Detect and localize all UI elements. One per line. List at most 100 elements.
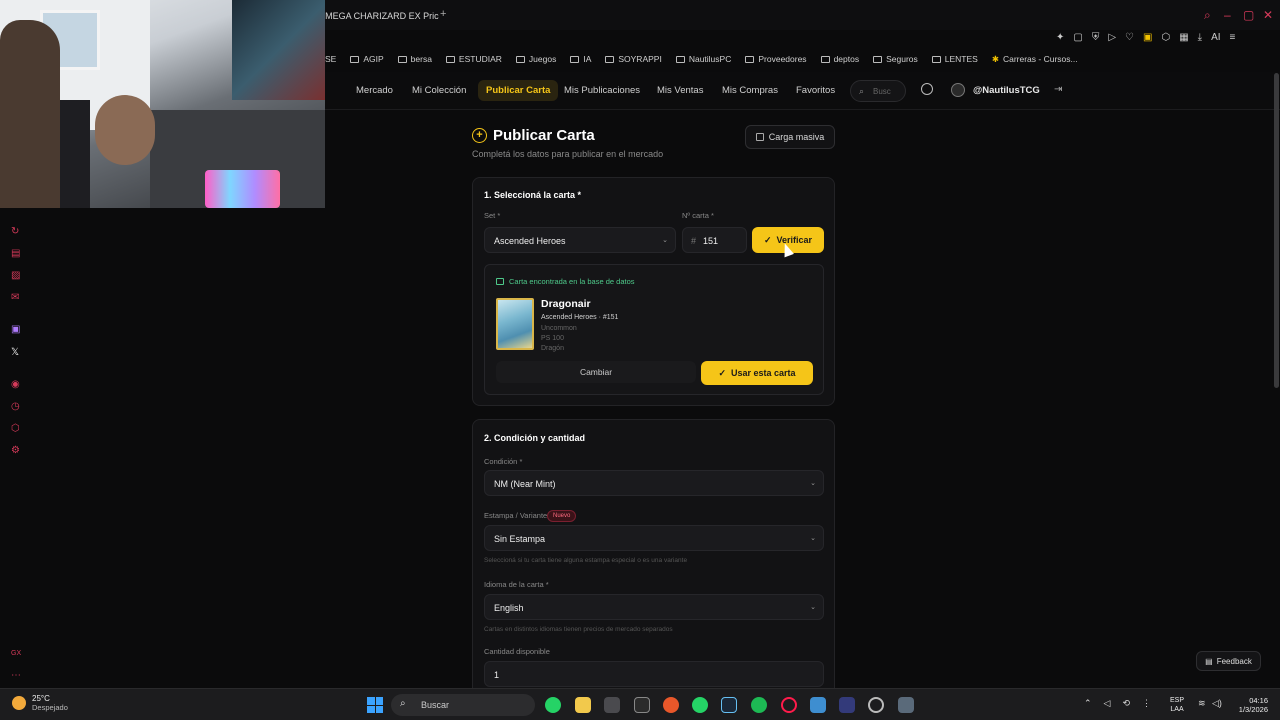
shield-icon[interactable]: ⛨ xyxy=(1092,32,1100,43)
lang-layout: LAA xyxy=(1170,706,1184,713)
bookmark-item[interactable]: LENTES xyxy=(931,54,978,64)
nav-mis-compras[interactable]: Mis Compras xyxy=(722,85,778,96)
browser-icon[interactable] xyxy=(663,697,679,713)
bookmark-item[interactable]: bersa xyxy=(397,54,432,64)
nav-publicar-carta[interactable]: Publicar Carta xyxy=(478,80,559,101)
extensions-icon[interactable]: ⬡ xyxy=(1161,32,1170,43)
username[interactable]: @NautilusTCG xyxy=(973,85,1040,96)
page-scrollbar[interactable] xyxy=(1274,73,1279,388)
nav-mis-ventas[interactable]: Mis Ventas xyxy=(657,85,703,96)
wifi-icon[interactable]: ≋ xyxy=(1198,698,1206,709)
search-tabs-icon[interactable]: ⌕ xyxy=(1204,8,1211,23)
calculator-icon[interactable] xyxy=(898,697,914,713)
webcam-overlay xyxy=(0,0,325,208)
nav-mi-coleccion[interactable]: Mi Colección xyxy=(412,85,466,96)
change-button[interactable]: Cambiar xyxy=(496,361,696,383)
section2-title: 2. Condición y cantidad xyxy=(484,433,586,443)
quantity-input[interactable]: 1 xyxy=(484,661,824,687)
language-select[interactable]: English ⌄ xyxy=(484,594,824,620)
bookmark-item[interactable]: AGIP xyxy=(350,54,384,64)
new-tab-button[interactable]: + xyxy=(440,8,446,20)
nav-favoritos[interactable]: Favoritos xyxy=(796,85,835,96)
set-label: Set * xyxy=(484,211,501,220)
whatsapp-business-icon[interactable] xyxy=(692,697,708,713)
minimize-icon[interactable]: – xyxy=(1224,8,1231,22)
message-icon: ▤ xyxy=(1205,656,1213,666)
download-icon[interactable]: ⤓ xyxy=(1198,32,1202,43)
nav-mis-publicaciones[interactable]: Mis Publicaciones xyxy=(564,85,640,96)
windows-start-icon[interactable] xyxy=(367,697,383,713)
bookmark-item[interactable]: Seguros xyxy=(873,54,918,64)
profile-icon[interactable]: ▦ xyxy=(1179,32,1188,43)
bookmark-item[interactable]: Juegos xyxy=(515,54,556,64)
settings-icon[interactable]: ⚙ xyxy=(11,445,20,456)
logout-icon[interactable]: ⇥ xyxy=(1054,84,1062,95)
bookmark-label: AGIP xyxy=(363,54,384,64)
extension-icon[interactable]: ⬡ xyxy=(11,423,20,434)
card-number-input[interactable]: # 151 xyxy=(682,227,747,253)
spotify-icon[interactable] xyxy=(751,697,767,713)
avatar[interactable] xyxy=(951,83,965,97)
feedback-button[interactable]: ▤ Feedback xyxy=(1196,651,1261,671)
pin-icon[interactable]: ✦ xyxy=(1056,32,1064,43)
play-circle-icon[interactable]: ◉ xyxy=(11,379,20,390)
volume-tray-icon[interactable]: ◁ xyxy=(1104,698,1111,709)
condition-select[interactable]: NM (Near Mint) ⌄ xyxy=(484,470,824,496)
clock[interactable]: 04:16 1/3/2026 xyxy=(1230,696,1268,714)
close-icon[interactable]: ✕ xyxy=(1263,8,1273,22)
steam-icon[interactable] xyxy=(721,697,737,713)
refresh-icon[interactable]: ↻ xyxy=(11,226,19,237)
clock-date: 1/3/2026 xyxy=(1238,705,1268,714)
search-input[interactable]: ⌕ Busc xyxy=(850,80,906,102)
file-explorer-icon[interactable] xyxy=(575,697,591,713)
bookmark-item[interactable]: IA xyxy=(570,54,591,64)
mail-icon[interactable]: ✉ xyxy=(11,292,19,303)
chat-icon[interactable] xyxy=(921,83,933,95)
app-icon[interactable] xyxy=(634,697,650,713)
plus-circle-icon: + xyxy=(472,128,487,143)
editor-icon[interactable] xyxy=(810,697,826,713)
stripes-icon[interactable]: ▨ xyxy=(11,270,20,281)
bulk-upload-button[interactable]: Carga masiva xyxy=(745,125,835,149)
folder-icon xyxy=(931,55,941,63)
use-card-button[interactable]: ✓ Usar esta carta xyxy=(701,361,813,385)
more-icon[interactable]: ⋯ xyxy=(11,670,21,681)
heart-icon[interactable]: ♡ xyxy=(1125,32,1134,43)
twitch-icon[interactable]: ▣ xyxy=(11,324,20,335)
store-icon[interactable] xyxy=(604,697,620,713)
bookmark-prefix[interactable]: SE xyxy=(325,54,336,64)
chatgpt-icon[interactable] xyxy=(868,697,884,713)
whatsapp-icon[interactable] xyxy=(545,697,561,713)
bookmark-item[interactable]: NautilusPC xyxy=(675,54,731,64)
menu-icon[interactable]: ≡ xyxy=(1230,32,1236,43)
gx-icon[interactable]: GX xyxy=(11,650,21,657)
chevron-up-icon[interactable]: ⌃ xyxy=(1084,698,1092,709)
weather-text: 25°C Despejado xyxy=(32,694,68,712)
set-select[interactable]: Ascended Heroes ⌄ xyxy=(484,227,676,253)
wallet-icon[interactable]: ▣ xyxy=(1143,32,1152,43)
ai-button[interactable]: AI xyxy=(1211,32,1220,43)
bookmark-item[interactable]: deptos xyxy=(820,54,859,64)
play-icon[interactable]: ▷ xyxy=(1108,32,1116,43)
bookmark-item[interactable]: ESTUDIAR xyxy=(445,54,502,64)
taskbar-search[interactable]: ⌕ Buscar xyxy=(391,694,535,716)
maximize-icon[interactable]: ▢ xyxy=(1243,8,1254,22)
bookmark-item[interactable]: SOYRAPPI xyxy=(605,54,662,64)
browser-tab[interactable]: • MEGA CHARIZARD EX Pric xyxy=(318,6,439,26)
check-icon: ✓ xyxy=(718,367,726,378)
shop-icon[interactable]: ▤ xyxy=(11,248,20,259)
bookmark-item[interactable]: Proveedores xyxy=(745,54,807,64)
opera-gx-icon[interactable] xyxy=(781,697,797,713)
language-indicator[interactable]: ESP LAA xyxy=(1170,696,1184,714)
mic-icon[interactable]: ⋮ xyxy=(1142,698,1151,709)
x-icon[interactable]: 𝕏 xyxy=(11,347,19,358)
history-icon[interactable]: ◷ xyxy=(11,401,20,412)
sync-icon[interactable]: ⟲ xyxy=(1122,698,1130,709)
screenshot-icon[interactable]: ▢ xyxy=(1073,32,1082,43)
bookmark-item[interactable]: ✱ Carreras - Cursos... xyxy=(992,54,1078,65)
weather-widget[interactable]: 25°C Despejado xyxy=(12,694,68,712)
nav-mercado[interactable]: Mercado xyxy=(356,85,393,96)
speaker-icon[interactable]: ◁) xyxy=(1212,698,1222,709)
stamp-select[interactable]: Sin Estampa ⌄ xyxy=(484,525,824,551)
app2-icon[interactable] xyxy=(839,697,855,713)
